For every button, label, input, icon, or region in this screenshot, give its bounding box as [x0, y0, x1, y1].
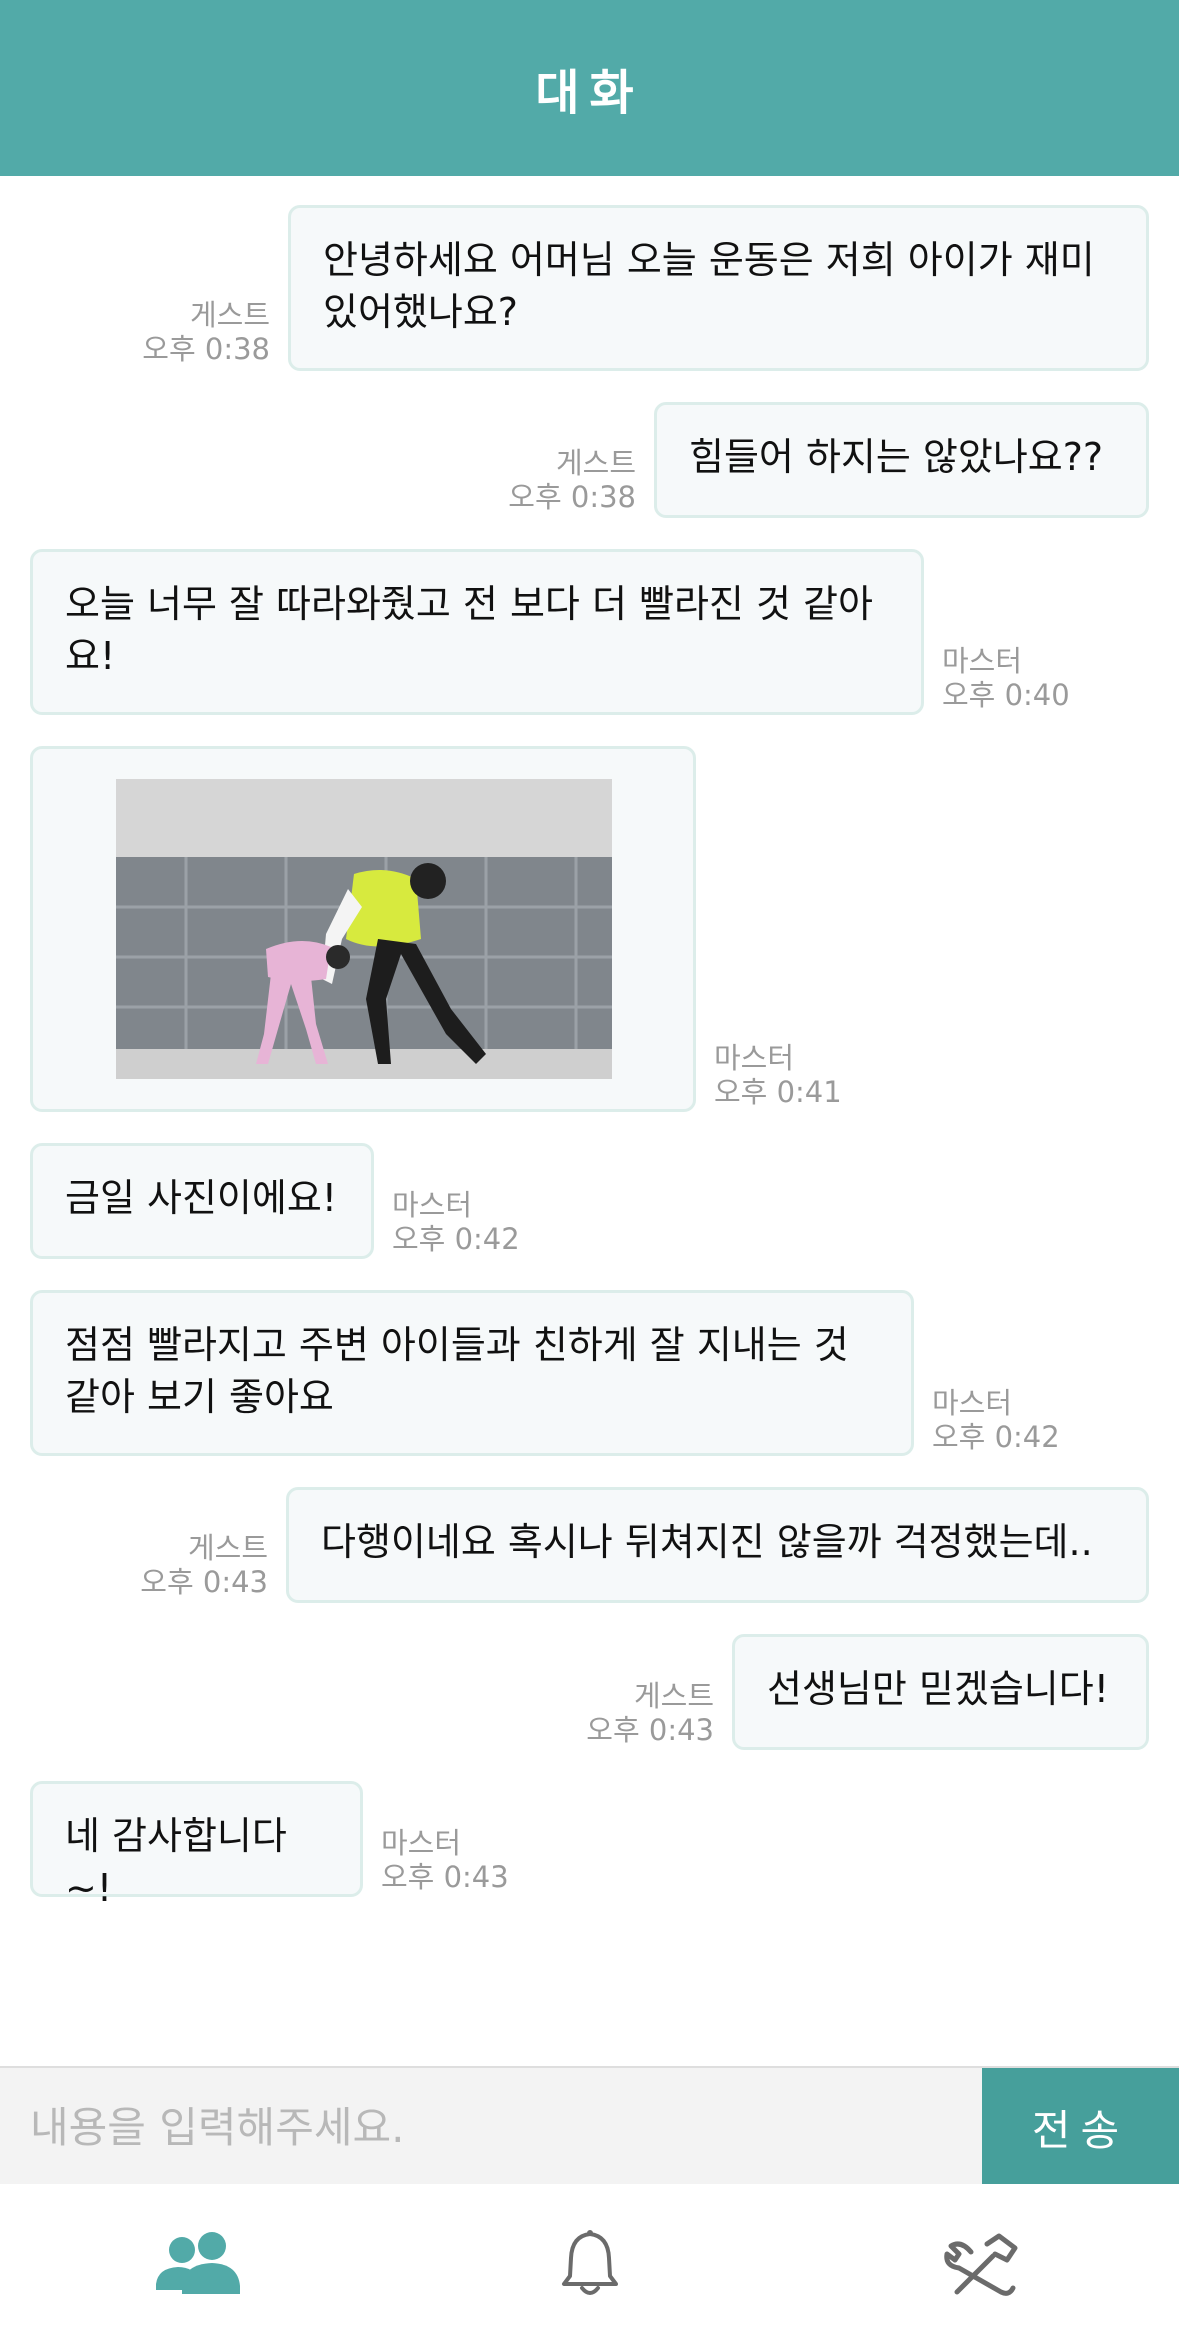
users-icon — [152, 2232, 242, 2300]
message-time: 오후 0:41 — [714, 1075, 842, 1109]
chat-bubble[interactable]: 네 감사합니다~! — [30, 1781, 363, 1910]
sender-name: 마스터 — [714, 1041, 795, 1075]
message-meta: 마스터 오후 0:42 — [932, 1386, 1112, 1454]
sender-name: 마스터 — [392, 1188, 473, 1222]
send-button[interactable]: 전송 — [982, 2068, 1179, 2186]
nav-item-settings[interactable] — [786, 2184, 1179, 2348]
message-meta: 게스트 오후 0:43 — [98, 1531, 268, 1599]
sender-name: 마스터 — [942, 644, 1023, 678]
sender-name: 게스트 — [555, 446, 636, 480]
message-time: 오후 0:42 — [932, 1420, 1060, 1454]
chat-bubble[interactable]: 선생님만 믿겠습니다! — [732, 1634, 1149, 1750]
message-time: 오후 0:38 — [142, 332, 270, 366]
message-meta: 마스터 오후 0:42 — [392, 1188, 572, 1256]
chat-bubble[interactable]: 금일 사진이에요! — [30, 1143, 374, 1259]
bottom-nav — [0, 2184, 1179, 2348]
sender-name: 게스트 — [187, 1531, 268, 1565]
message-meta: 게스트 오후 0:38 — [466, 446, 636, 514]
message-time: 오후 0:38 — [508, 480, 636, 514]
tools-icon — [943, 2228, 1023, 2304]
message-meta: 게스트 오후 0:38 — [100, 298, 270, 366]
message-meta: 마스터 오후 0:43 — [381, 1826, 561, 1894]
message-input[interactable] — [0, 2068, 980, 2186]
message-time: 오후 0:43 — [381, 1860, 509, 1894]
message-time: 오후 0:43 — [586, 1713, 714, 1747]
chat-bubble[interactable]: 오늘 너무 잘 따라와줬고 전 보다 더 빨라진 것 같아요! — [30, 549, 924, 715]
chat-bubble[interactable]: 힘들어 하지는 않았나요?? — [654, 402, 1149, 518]
sender-name: 마스터 — [932, 1386, 1013, 1420]
message-meta: 게스트 오후 0:43 — [544, 1679, 714, 1747]
nav-item-chat[interactable] — [0, 2184, 393, 2348]
nav-item-notifications[interactable] — [393, 2184, 786, 2348]
message-meta: 마스터 오후 0:40 — [942, 644, 1122, 712]
chat-bubble[interactable]: 다행이네요 혹시나 뒤쳐지진 않을까 걱정했는데.. — [286, 1487, 1149, 1603]
bell-icon — [558, 2228, 622, 2304]
message-time: 오후 0:42 — [392, 1222, 520, 1256]
sender-name: 게스트 — [633, 1679, 714, 1713]
app-header: 대화 — [0, 0, 1179, 176]
page-title: 대화 — [535, 65, 644, 121]
sender-name: 게스트 — [189, 298, 270, 332]
image-bubble[interactable] — [30, 746, 696, 1112]
message-input-bar: 전송 — [0, 2066, 1179, 2186]
chat-bubble[interactable]: 점점 빨라지고 주변 아이들과 친하게 잘 지내는 것 같아 보기 좋아요 — [30, 1290, 914, 1456]
message-time: 오후 0:43 — [140, 1565, 268, 1599]
chat-bubble[interactable]: 안녕하세요 어머님 오늘 운동은 저희 아이가 재미 있어했나요? — [288, 205, 1149, 371]
sender-name: 마스터 — [381, 1826, 462, 1860]
message-time: 오후 0:40 — [942, 678, 1070, 712]
message-meta: 마스터 오후 0:41 — [714, 1041, 894, 1109]
exercise-photo[interactable] — [116, 779, 612, 1079]
